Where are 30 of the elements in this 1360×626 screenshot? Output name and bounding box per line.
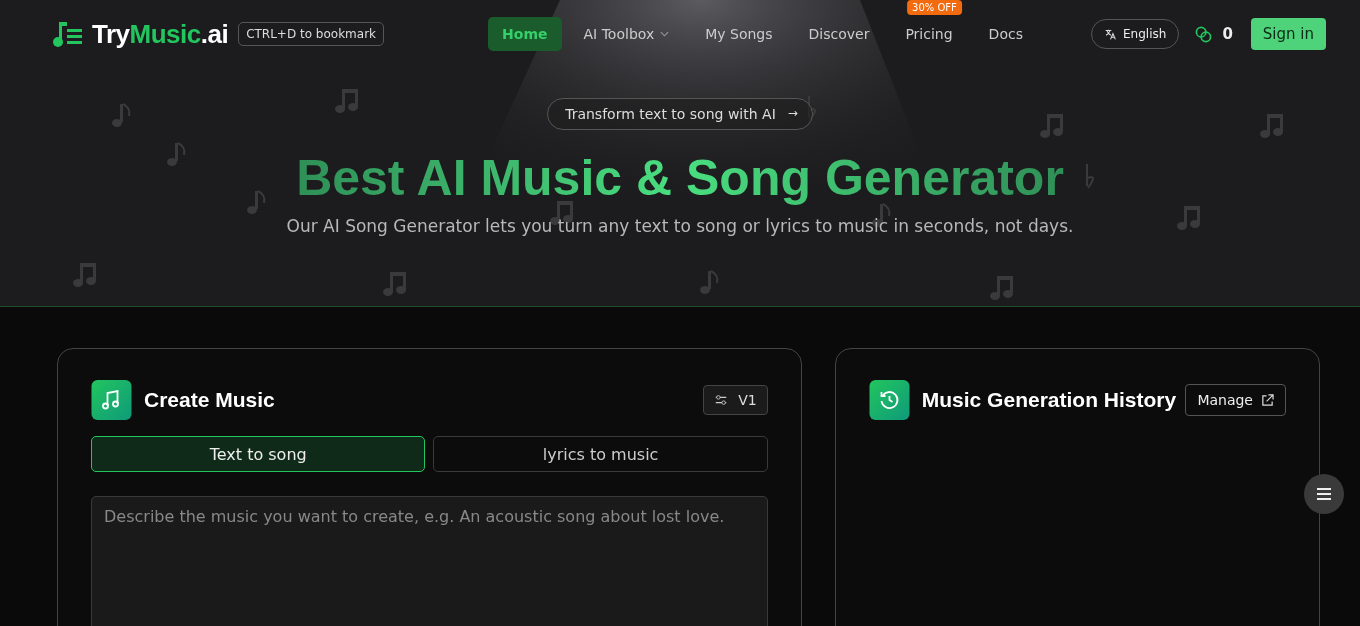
nav-link[interactable]: Docs [974, 17, 1037, 51]
nav-link[interactable]: AI Toolbox [569, 17, 684, 51]
history-icon [868, 380, 910, 420]
caret-icon [660, 31, 670, 37]
credit-count: 0 [1222, 25, 1233, 43]
external-link-icon [1261, 393, 1274, 407]
mode-tab[interactable]: lyrics to music [433, 436, 768, 472]
card-title: Music Generation History [921, 388, 1177, 412]
bookmark-hint: CTRL+D to bookmark [238, 22, 385, 46]
sign-in-button[interactable]: Sign in [1250, 18, 1326, 50]
menu-button[interactable] [1304, 474, 1344, 514]
prompt-field[interactable]: Describe the music you want to create, e.g. An acoustic song about lost love. [91, 496, 768, 626]
music-note-icon [91, 380, 132, 420]
sliders-icon [714, 393, 729, 407]
card-title: Create Music [144, 388, 275, 412]
nav-link[interactable]: Discover [794, 17, 884, 51]
nav-link[interactable]: My Songs [691, 17, 787, 51]
discount-badge: 30% OFF [907, 0, 962, 15]
music-list-icon[interactable] [52, 20, 84, 48]
announcement-pill[interactable]: Transform text to song with AI → [547, 98, 813, 130]
coins-icon [1195, 25, 1213, 43]
menu-icon [1316, 487, 1332, 501]
version-button[interactable]: V1 [703, 385, 768, 415]
translate-icon [1104, 27, 1118, 41]
manage-button[interactable]: Manage [1185, 384, 1286, 416]
mode-tab[interactable]: Text to song [91, 436, 426, 472]
nav-link[interactable]: Pricing [891, 17, 967, 51]
nav-link[interactable]: Home [488, 17, 562, 51]
logo-text[interactable]: TryMusic.ai [92, 18, 229, 50]
hero-subtitle: Our AI Song Generator lets you turn any text to song or lyrics to music in seconds, not days. [286, 216, 1074, 236]
